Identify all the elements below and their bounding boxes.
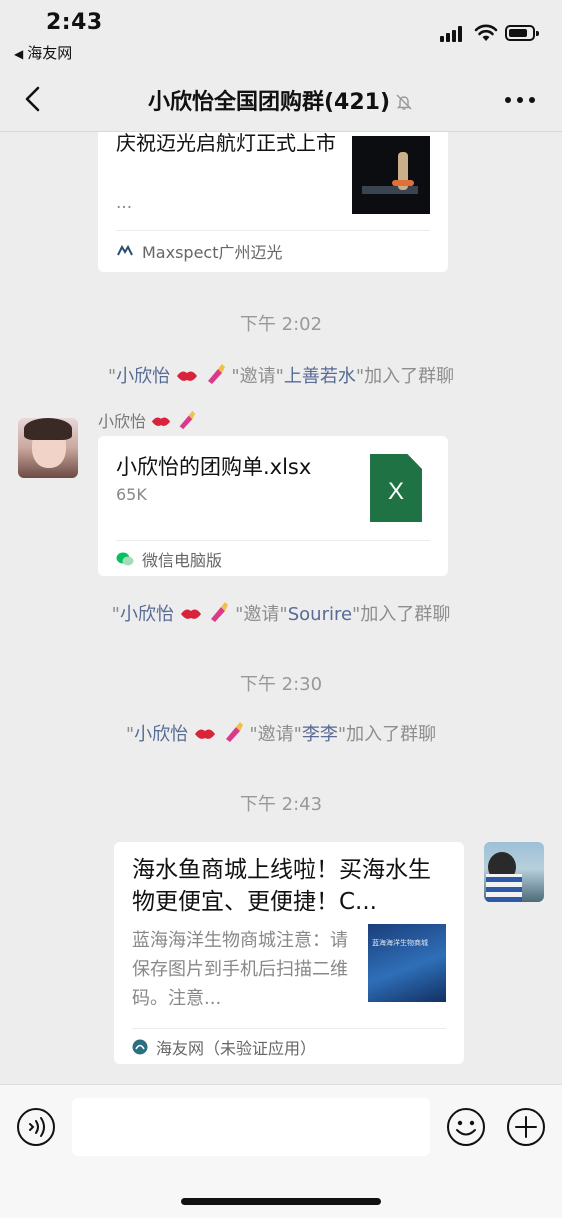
excel-file-icon: X <box>370 454 422 522</box>
chat-message-list[interactable]: 庆祝迈光启航灯正式上市 ... Maxspect广州迈光 下午 2:02 "小欣… <box>0 132 562 1084</box>
link-card-source: 海友网（未验证应用） <box>156 1039 317 1058</box>
link-card-thumbnail: 蓝海海洋生物商城 <box>368 924 446 1002</box>
nail-polish-emoji-icon <box>211 602 229 622</box>
timestamp: 下午 2:43 <box>239 794 323 815</box>
nail-polish-emoji-icon <box>225 722 243 742</box>
chat-title: 小欣怡全国团购群(421) <box>0 84 562 116</box>
system-message-join: "小欣怡 "邀请"上善若水"加入了群聊 <box>0 362 562 388</box>
link-card-title: 庆祝迈光启航灯正式上市 <box>116 132 336 155</box>
plus-more-icon[interactable] <box>506 1107 546 1147</box>
file-message-card[interactable]: 小欣怡的团购单.xlsx 65K X 微信电脑版 <box>98 436 448 576</box>
back-to-app-link[interactable]: ◀ 海友网 <box>14 42 72 63</box>
link-card-thumbnail <box>352 136 430 214</box>
nail-polish-emoji-icon <box>207 364 225 384</box>
status-bar: 2:43 ◀ 海友网 <box>0 0 562 70</box>
timestamp: 下午 2:02 <box>239 314 323 335</box>
sender-avatar[interactable] <box>18 418 78 478</box>
link-card-ellipsis: ... <box>116 193 133 213</box>
lips-emoji-icon <box>180 609 201 619</box>
message-input[interactable] <box>72 1098 430 1156</box>
timestamp: 下午 2:30 <box>239 674 323 695</box>
link-card-haiyou[interactable]: 海水鱼商城上线啦！买海水生物更便宜、更便捷！C... 蓝海海洋生物商城注意：请保… <box>114 842 464 1064</box>
haiyou-app-icon <box>132 1039 148 1055</box>
emoji-smile-icon[interactable] <box>446 1107 486 1147</box>
my-avatar[interactable] <box>484 842 544 902</box>
inviter-name-link[interactable]: 小欣怡 <box>120 604 174 625</box>
chat-header: 小欣怡全国团购群(421) <box>0 70 562 132</box>
mute-bell-icon <box>396 94 412 110</box>
link-card-maxspect[interactable]: 庆祝迈光启航灯正式上市 ... Maxspect广州迈光 <box>98 132 448 272</box>
lips-emoji-icon <box>194 729 215 739</box>
maxspect-logo-icon <box>117 244 133 256</box>
sender-name: 小欣怡 <box>98 408 196 432</box>
inviter-name-link[interactable]: 小欣怡 <box>134 724 188 745</box>
system-message-join: "小欣怡 "邀请"李李"加入了群聊 <box>0 720 562 746</box>
cellular-signal-icon <box>440 26 468 42</box>
invitee-name-link[interactable]: Sourire <box>288 604 352 625</box>
invitee-name-link[interactable]: 上善若水 <box>284 366 356 387</box>
nail-polish-emoji-icon <box>179 410 196 430</box>
voice-input-icon[interactable] <box>16 1107 56 1147</box>
link-card-source: Maxspect广州迈光 <box>142 243 283 262</box>
link-card-description: 蓝海海洋生物商城注意：请保存图片到手机后扫描二维码。注意... <box>132 930 348 1009</box>
invitee-name-link[interactable]: 李李 <box>302 724 338 745</box>
more-options-icon[interactable] <box>504 96 536 104</box>
back-app-label: 海友网 <box>27 44 73 62</box>
battery-icon <box>505 25 539 41</box>
inviter-name-link[interactable]: 小欣怡 <box>116 366 170 387</box>
wechat-icon <box>116 552 134 566</box>
back-triangle-icon: ◀ <box>14 47 24 61</box>
status-time: 2:43 <box>46 10 103 35</box>
file-size: 65K <box>116 485 147 504</box>
lips-emoji-icon <box>176 371 197 381</box>
system-message-join: "小欣怡 "邀请"Sourire"加入了群聊 <box>0 600 562 626</box>
file-name: 小欣怡的团购单.xlsx <box>116 455 312 479</box>
home-indicator[interactable] <box>181 1198 381 1205</box>
wifi-icon <box>474 24 498 41</box>
lips-emoji-icon <box>152 417 171 426</box>
file-source: 微信电脑版 <box>142 551 223 570</box>
chat-title-text: 小欣怡全国团购群(421) <box>147 90 391 115</box>
link-card-title: 海水鱼商城上线啦！买海水生物更便宜、更便捷！C... <box>132 857 431 915</box>
